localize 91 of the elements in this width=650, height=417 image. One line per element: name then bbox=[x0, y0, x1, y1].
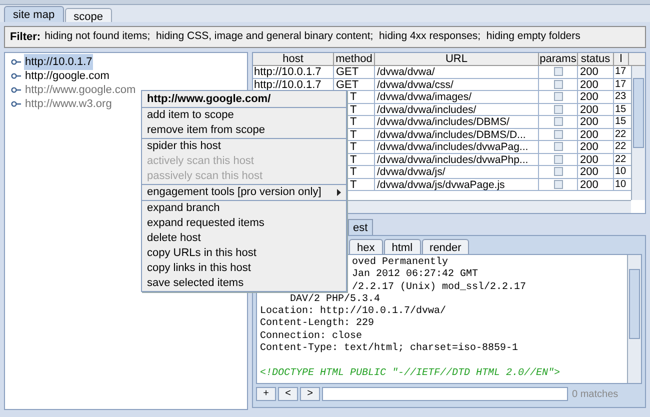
table-cell-text: 15 bbox=[614, 104, 628, 115]
table-cell-text: 22 bbox=[614, 141, 628, 152]
column-header[interactable]: status bbox=[578, 53, 614, 65]
message-line: Connection: close bbox=[260, 330, 362, 342]
table-cell: 200 bbox=[578, 178, 614, 190]
table-cell: /dvwa/dvwa/includes/ bbox=[375, 104, 539, 115]
table-cell: /dvwa/dvwa/js/ bbox=[375, 166, 539, 178]
table-cell-text: 10 bbox=[614, 178, 628, 190]
checkbox[interactable] bbox=[554, 104, 562, 114]
table-cell: /dvwa/dvwa/css/ bbox=[375, 78, 539, 90]
table-cell-text: 10 bbox=[614, 166, 628, 178]
tree-node-icon bbox=[11, 59, 21, 65]
submenu-arrow-icon bbox=[337, 189, 341, 196]
nav-button[interactable]: + bbox=[256, 387, 276, 401]
tree-node-icon bbox=[11, 73, 21, 79]
tab[interactable]: est bbox=[348, 219, 373, 235]
filter-text: hiding not found items; hiding CSS, image and general binary content; hiding 4xx responses; hiding empty folders bbox=[44, 29, 580, 44]
menu-item[interactable]: engagement tools [pro version only] bbox=[142, 185, 346, 200]
nav-button[interactable]: < bbox=[278, 387, 298, 401]
table-cell-text: 23 bbox=[614, 91, 628, 102]
table-cell: /dvwa/dvwa/js/dvwaPage.js bbox=[375, 178, 539, 190]
table-cell: 200 bbox=[578, 66, 614, 78]
tree-node-icon bbox=[11, 87, 21, 93]
table-cell: 200 bbox=[578, 128, 614, 140]
table-cell-text: 17 bbox=[614, 78, 628, 90]
checkbox[interactable] bbox=[554, 117, 562, 126]
match-count: 0 matches bbox=[572, 388, 618, 402]
table-cell: 200 bbox=[578, 91, 614, 102]
message-line: <!DOCTYPE HTML PUBLIC "-//IETF//DTD HTML 2.0//EN"> bbox=[260, 368, 560, 380]
table-cell: 200 bbox=[578, 116, 614, 128]
menu-item[interactable]: expand branch bbox=[142, 201, 346, 216]
column-header[interactable]: host bbox=[253, 53, 334, 65]
tree-item[interactable]: http://www.google.com bbox=[24, 82, 137, 98]
column-header[interactable]: method bbox=[334, 53, 375, 65]
tab[interactable]: site map bbox=[4, 6, 64, 22]
table-cell-text: 15 bbox=[614, 116, 628, 128]
tree-node-icon bbox=[11, 101, 21, 107]
menu-item[interactable]: copy URLs in this host bbox=[142, 246, 346, 261]
tab[interactable]: hex bbox=[349, 239, 383, 254]
column-header[interactable]: URL bbox=[375, 53, 539, 65]
table-cell-text: 22 bbox=[614, 154, 628, 165]
tree-item[interactable]: http://google.com bbox=[24, 68, 110, 84]
tree-item[interactable]: http://10.0.1.7 bbox=[24, 54, 94, 70]
message-line: Location: http://10.0.1.7/dvwa/ bbox=[260, 306, 446, 318]
table-cell: 200 bbox=[578, 166, 614, 178]
message-line: oved Permanently bbox=[352, 257, 448, 269]
checkbox[interactable] bbox=[554, 154, 562, 164]
menu-item[interactable]: save selected items bbox=[142, 276, 346, 291]
table-cell: 200 bbox=[578, 154, 614, 165]
tab[interactable]: render bbox=[422, 239, 470, 254]
tab[interactable]: scope bbox=[64, 8, 112, 22]
column-header[interactable]: params bbox=[539, 53, 578, 65]
filter-label: Filter: bbox=[10, 30, 41, 45]
search-field[interactable] bbox=[322, 387, 568, 401]
table-cell: /dvwa/dvwa/includes/DBMS/ bbox=[375, 116, 539, 128]
table-cell: /dvwa/dvwa/includes/dvwaPag... bbox=[375, 141, 539, 152]
vertical-scrollbar[interactable] bbox=[631, 66, 645, 200]
menu-item[interactable]: delete host bbox=[142, 231, 346, 246]
table-cell: /dvwa/dvwa/images/ bbox=[375, 91, 539, 102]
message-text-area[interactable] bbox=[256, 254, 642, 384]
column-header[interactable]: l bbox=[614, 53, 629, 65]
filter-bar[interactable]: Filter: hiding not found items; hiding CSS, image and general binary content; hiding 4xx responses; hiding empty folders bbox=[4, 26, 646, 48]
message-line: Jan 2012 06:27:42 GMT bbox=[352, 269, 478, 282]
table-cell-text: 22 bbox=[614, 128, 628, 140]
table-cell: /dvwa/dvwa/includes/dvwaPhp... bbox=[375, 154, 539, 165]
table-cell: GET bbox=[334, 66, 375, 78]
menu-title: http://www.google.com/ bbox=[146, 92, 272, 107]
table-cell: 200 bbox=[578, 104, 614, 115]
table-cell: 200 bbox=[578, 78, 614, 90]
menu-item[interactable]: expand requested items bbox=[142, 216, 346, 231]
table-cell: /dvwa/dvwa/ bbox=[375, 66, 539, 78]
nav-button[interactable]: > bbox=[300, 387, 320, 401]
tree-item[interactable]: http://www.w3.org bbox=[24, 96, 113, 112]
message-line: Content-Length: 229 bbox=[260, 318, 374, 330]
table-cell: http://10.0.1.7 bbox=[253, 66, 334, 78]
checkbox[interactable] bbox=[554, 130, 562, 139]
checkbox[interactable] bbox=[554, 167, 562, 176]
message-line: DAV/2 PHP/5.3.4 bbox=[290, 294, 380, 306]
checkbox[interactable] bbox=[554, 92, 562, 102]
checkbox[interactable] bbox=[554, 142, 562, 152]
checkbox[interactable] bbox=[554, 67, 562, 76]
message-line: Content-Type: text/html; charset=iso-8859-1 bbox=[260, 343, 518, 356]
vertical-scrollbar[interactable] bbox=[627, 255, 641, 383]
table-cell: /dvwa/dvwa/includes/DBMS/D... bbox=[375, 128, 539, 140]
table-cell: 200 bbox=[578, 141, 614, 152]
tab[interactable]: html bbox=[384, 239, 421, 254]
table-cell-text: 17 bbox=[614, 66, 628, 78]
checkbox[interactable] bbox=[554, 80, 562, 89]
menu-item[interactable]: copy links in this host bbox=[142, 261, 346, 276]
checkbox[interactable] bbox=[554, 180, 562, 189]
message-line: /2.2.17 (Unix) mod_ssl/2.2.17 bbox=[352, 282, 526, 294]
